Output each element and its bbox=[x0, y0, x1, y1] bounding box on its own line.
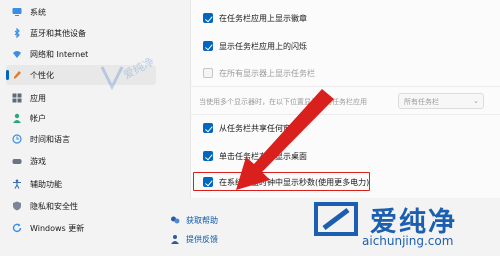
setting-share-window[interactable]: 从任务栏共享任何窗口 bbox=[190, 118, 500, 140]
wifi-icon bbox=[13, 51, 21, 58]
share-window-label: 从任务栏共享任何窗口 bbox=[219, 124, 299, 133]
all-displays-label: 在所有显示器上显示任务栏 bbox=[219, 69, 315, 78]
flashing-label: 显示任务栏应用上的闪烁 bbox=[219, 42, 307, 51]
shield-icon bbox=[13, 201, 21, 211]
sidebar-item-gaming[interactable]: 游戏 bbox=[6, 151, 156, 171]
sidebar-item-bluetooth[interactable]: 蓝牙和其他设备 bbox=[6, 23, 156, 43]
person-icon bbox=[13, 113, 21, 123]
brush-icon bbox=[14, 71, 21, 79]
show-desktop-checkbox[interactable] bbox=[203, 151, 213, 161]
share-window-checkbox[interactable] bbox=[203, 123, 213, 133]
all-displays-checkbox[interactable] bbox=[203, 68, 213, 78]
sidebar-item-label: 帐户 bbox=[30, 114, 46, 123]
setting-badges[interactable]: 在任务栏应用上显示徽章 bbox=[190, 8, 500, 30]
settings-sidebar: 系统 蓝牙和其他设备 网络和 Internet 个性化 应用 帐户 时间和语言 … bbox=[0, 0, 170, 256]
brand-logo-icon bbox=[314, 202, 358, 236]
sidebar-item-label: 个性化 bbox=[30, 71, 54, 80]
sidebar-item-label: 应用 bbox=[30, 94, 46, 103]
setting-multi-display: 当使用多个显示器时，在以下位置显示我的任务栏应用 所有任务栏 ⌄ bbox=[190, 90, 500, 112]
sidebar-item-label: 辅助功能 bbox=[30, 180, 62, 189]
apps-icon bbox=[12, 93, 22, 103]
sidebar-item-accounts[interactable]: 帐户 bbox=[6, 108, 156, 128]
get-help-link[interactable]: 获取帮助 bbox=[170, 212, 290, 228]
flashing-checkbox[interactable] bbox=[203, 41, 213, 51]
sidebar-item-privacy[interactable]: 隐私和安全性 bbox=[6, 196, 156, 216]
watermark-center: 爱纯净 bbox=[100, 55, 190, 105]
highlight-box bbox=[193, 172, 370, 191]
setting-all-displays[interactable]: 在所有显示器上显示任务栏 bbox=[190, 63, 500, 85]
sidebar-item-label: 网络和 Internet bbox=[30, 50, 89, 59]
multi-display-select[interactable]: 所有任务栏 ⌄ bbox=[398, 93, 484, 109]
sidebar-item-label: 蓝牙和其他设备 bbox=[30, 29, 86, 38]
setting-show-desktop[interactable]: 单击任务栏右下显示桌面 bbox=[190, 146, 500, 168]
divider bbox=[190, 114, 500, 115]
help-icon bbox=[171, 216, 180, 224]
give-feedback-link[interactable]: 提供反馈 bbox=[170, 231, 290, 247]
chevron-down-icon: ⌄ bbox=[473, 97, 479, 105]
feedback-icon bbox=[171, 235, 179, 244]
sidebar-item-accessibility[interactable]: 辅助功能 bbox=[6, 174, 156, 194]
sidebar-item-system[interactable]: 系统 bbox=[6, 2, 156, 22]
bluetooth-icon bbox=[14, 28, 20, 38]
setting-flashing[interactable]: 显示任务栏应用上的闪烁 bbox=[190, 36, 500, 58]
badges-label: 在任务栏应用上显示徽章 bbox=[219, 14, 307, 23]
sidebar-item-label: 隐私和安全性 bbox=[30, 202, 78, 211]
multi-display-label: 当使用多个显示器时，在以下位置显示我的任务栏应用 bbox=[199, 98, 367, 106]
show-desktop-label: 单击任务栏右下显示桌面 bbox=[219, 152, 307, 161]
monitor-icon bbox=[12, 8, 22, 16]
update-icon bbox=[12, 223, 22, 232]
sidebar-item-label: Windows 更新 bbox=[30, 224, 85, 233]
badges-checkbox[interactable] bbox=[203, 13, 213, 23]
sidebar-item-label: 时间和语言 bbox=[30, 135, 70, 144]
accessibility-icon bbox=[13, 179, 21, 189]
globe-clock-icon bbox=[12, 134, 22, 144]
gamepad-icon bbox=[12, 159, 22, 164]
sidebar-item-label: 系统 bbox=[30, 8, 46, 17]
divider bbox=[190, 86, 500, 87]
brand-watermark: 爱纯净 aichunjing.com bbox=[300, 196, 500, 256]
sidebar-item-label: 游戏 bbox=[30, 157, 46, 166]
sidebar-item-windows-update[interactable]: Windows 更新 bbox=[6, 218, 156, 238]
sidebar-item-time-language[interactable]: 时间和语言 bbox=[6, 129, 156, 149]
